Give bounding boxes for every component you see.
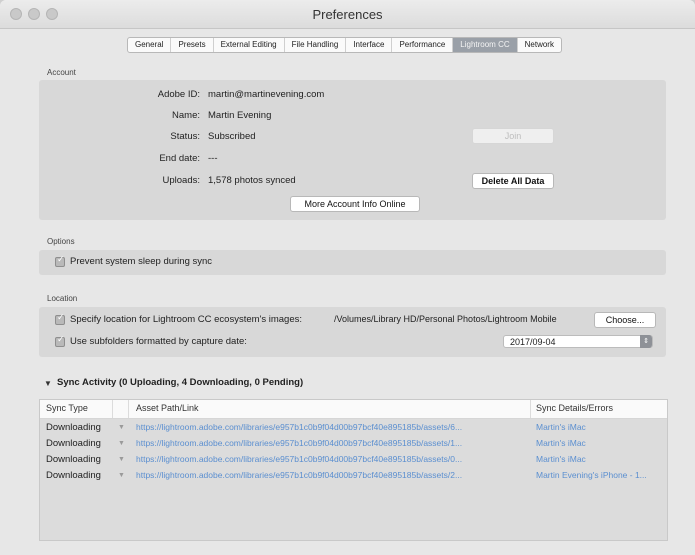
triangle-down-icon[interactable]: ▼ — [118, 437, 125, 450]
tab-performance[interactable]: Performance — [392, 38, 454, 52]
sync-details-cell: Martin Evening's iPhone - 1... — [536, 470, 647, 480]
sync-activity-title: Sync Activity (0 Uploading, 4 Downloadin… — [57, 377, 304, 388]
sync-details-cell: Martin's iMac — [536, 454, 586, 464]
location-section-label: Location — [47, 294, 78, 303]
triangle-down-icon[interactable]: ▼ — [118, 453, 125, 466]
sync-type-cell: Downloading — [46, 438, 101, 449]
options-section-label: Options — [47, 237, 75, 246]
column-divider[interactable] — [112, 400, 113, 418]
tab-external-editing[interactable]: External Editing — [214, 38, 285, 52]
column-sync-type[interactable]: Sync Type — [46, 403, 88, 413]
date-format-value: 2017/09-04 — [510, 337, 556, 347]
column-divider[interactable] — [530, 400, 531, 418]
triangle-down-icon[interactable]: ▼ — [118, 421, 125, 434]
delete-all-data-button[interactable]: Delete All Data — [472, 173, 554, 189]
title-bar: Preferences — [0, 0, 695, 29]
uploads-value: 1,578 photos synced — [208, 175, 296, 186]
stepper-arrows-icon[interactable]: ⇕ — [640, 335, 652, 348]
account-section-label: Account — [47, 68, 76, 77]
prevent-sleep-checkbox[interactable] — [55, 255, 65, 267]
table-row[interactable]: Downloading ▼ https://lightroom.adobe.co… — [40, 437, 667, 450]
adobe-id-label: Adobe ID: — [157, 89, 200, 100]
end-date-value: --- — [208, 153, 218, 164]
disclosure-triangle-icon[interactable]: ▼ — [44, 379, 52, 388]
end-date-label: End date: — [159, 153, 200, 164]
sync-type-cell: Downloading — [46, 470, 101, 481]
prevent-sleep-label: Prevent system sleep during sync — [70, 256, 213, 267]
triangle-down-icon[interactable]: ▼ — [118, 469, 125, 482]
join-button[interactable]: Join — [472, 128, 554, 144]
asset-path-link[interactable]: https://lightroom.adobe.com/libraries/e9… — [136, 421, 526, 434]
uploads-label: Uploads: — [162, 175, 201, 186]
tab-file-handling[interactable]: File Handling — [285, 38, 347, 52]
asset-path-link[interactable]: https://lightroom.adobe.com/libraries/e9… — [136, 453, 526, 466]
tab-general[interactable]: General — [128, 38, 172, 52]
window-title: Preferences — [312, 7, 383, 22]
choose-location-button[interactable]: Choose... — [594, 312, 656, 328]
status-label: Status: — [170, 131, 200, 142]
column-sync-details[interactable]: Sync Details/Errors — [536, 403, 613, 413]
column-asset-path[interactable]: Asset Path/Link — [136, 403, 199, 413]
asset-path-link[interactable]: https://lightroom.adobe.com/libraries/e9… — [136, 469, 526, 482]
specify-location-checkbox[interactable] — [55, 313, 65, 325]
tab-interface[interactable]: Interface — [346, 38, 393, 52]
name-label: Name: — [172, 110, 200, 121]
location-path: /Volumes/Library HD/Personal Photos/Ligh… — [334, 314, 557, 324]
sync-type-cell: Downloading — [46, 454, 101, 465]
sync-details-cell: Martin's iMac — [536, 422, 586, 432]
asset-path-link[interactable]: https://lightroom.adobe.com/libraries/e9… — [136, 437, 526, 450]
preferences-tab-bar: General Presets External Editing File Ha… — [127, 37, 562, 53]
specify-location-label: Specify location for Lightroom CC ecosys… — [70, 314, 303, 325]
table-row[interactable]: Downloading ▼ https://lightroom.adobe.co… — [40, 469, 667, 482]
status-value: Subscribed — [208, 131, 256, 142]
sync-activity-table: Sync Type Asset Path/Link Sync Details/E… — [39, 399, 668, 541]
tab-lightroom-cc[interactable]: Lightroom CC — [453, 38, 518, 52]
table-header: Sync Type Asset Path/Link Sync Details/E… — [40, 400, 667, 419]
more-account-info-button[interactable]: More Account Info Online — [290, 196, 420, 212]
adobe-id-value: martin@martinevening.com — [208, 89, 325, 100]
column-divider[interactable] — [128, 400, 129, 418]
name-value: Martin Evening — [208, 110, 272, 121]
subfolders-checkbox[interactable] — [55, 335, 65, 347]
subfolders-label: Use subfolders formatted by capture date… — [70, 336, 247, 347]
preferences-window: Preferences General Presets External Edi… — [0, 0, 695, 555]
table-row[interactable]: Downloading ▼ https://lightroom.adobe.co… — [40, 453, 667, 466]
tab-presets[interactable]: Presets — [171, 38, 214, 52]
sync-type-cell: Downloading — [46, 422, 101, 433]
date-format-select[interactable]: 2017/09-04 ⇕ — [503, 335, 653, 348]
table-row[interactable]: Downloading ▼ https://lightroom.adobe.co… — [40, 421, 667, 434]
tab-network[interactable]: Network — [518, 38, 561, 52]
sync-details-cell: Martin's iMac — [536, 438, 586, 448]
